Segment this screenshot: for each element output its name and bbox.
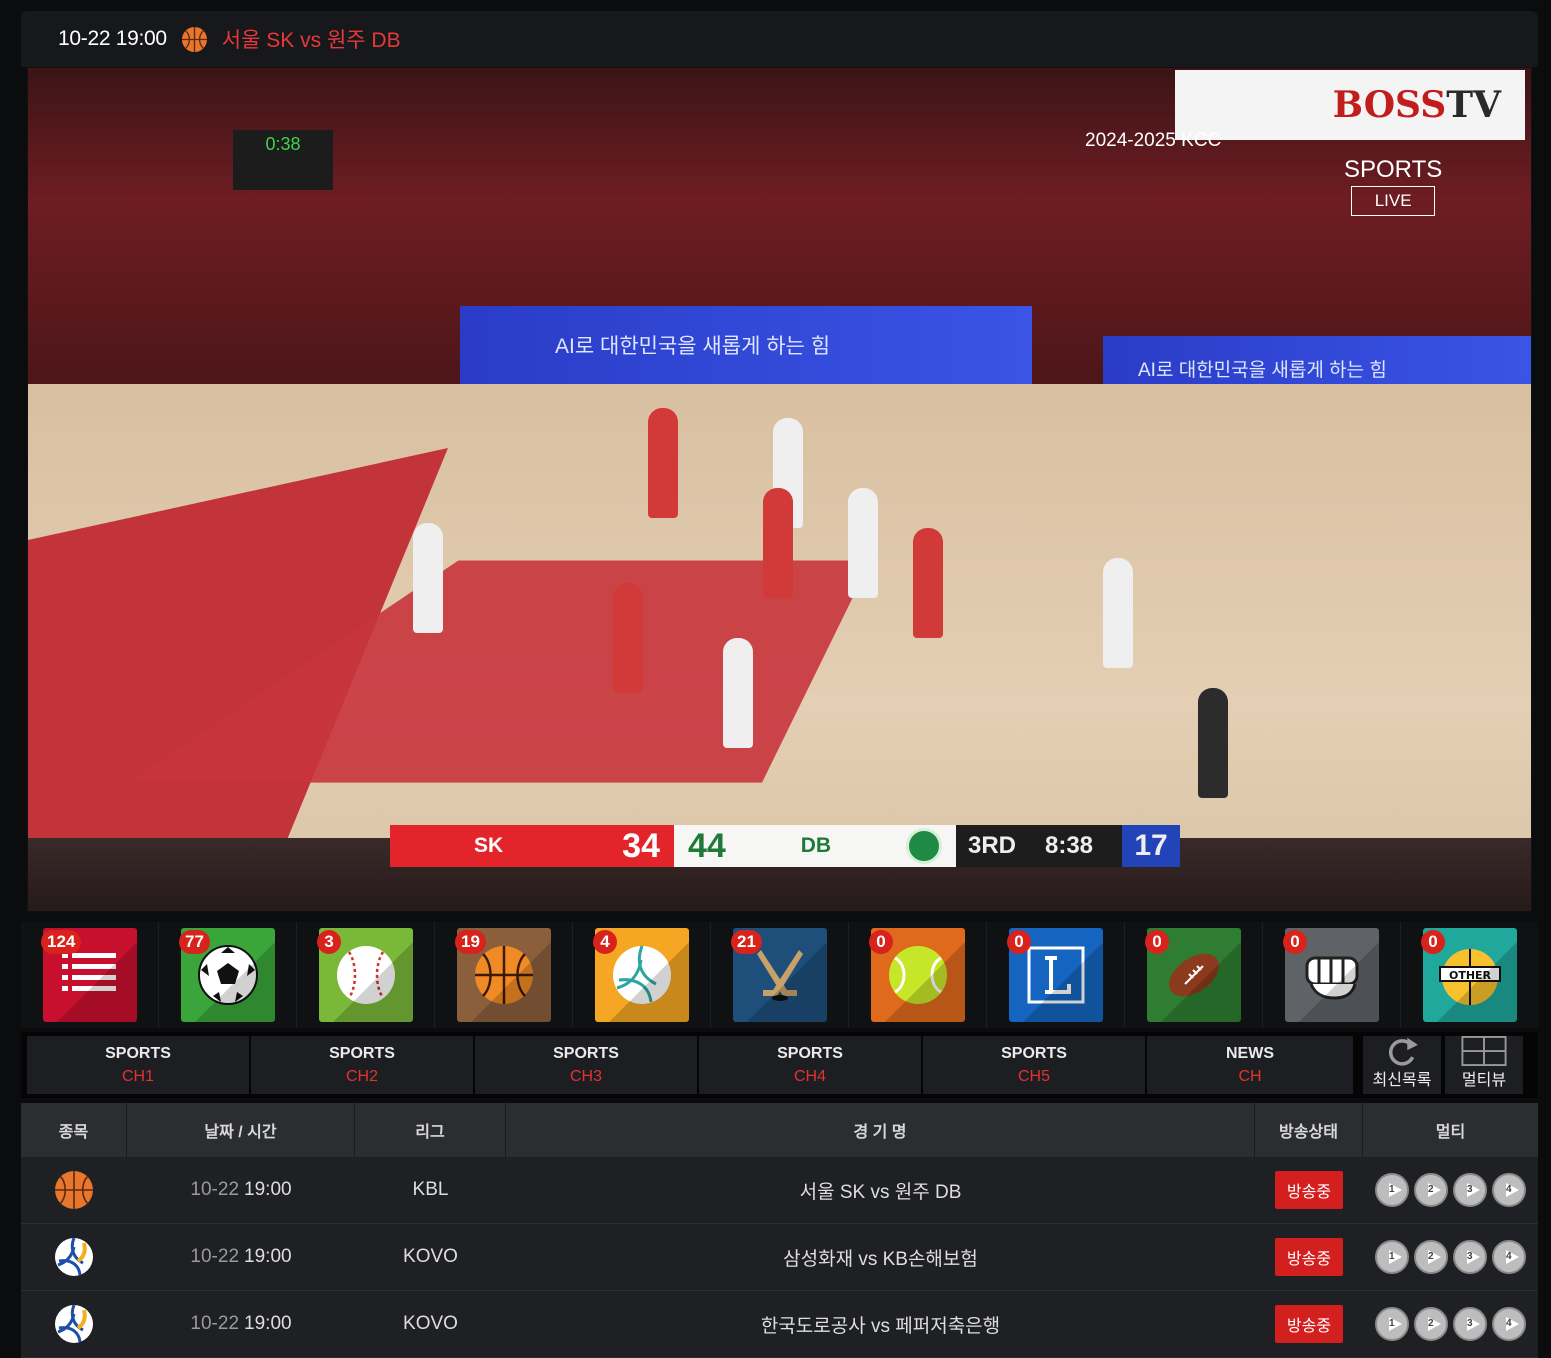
bosstv-watermark: BOSS TV	[1175, 70, 1525, 140]
player-figure	[613, 583, 643, 693]
count-badge: 4	[593, 930, 617, 954]
channel-sports-ch4[interactable]: SPORTS CH4	[699, 1036, 921, 1094]
multiview-grid-icon	[1461, 1036, 1507, 1066]
match-title: 서울 SK vs 원주 DB	[221, 29, 401, 52]
multi-play-button[interactable]: 2	[1414, 1240, 1448, 1274]
home-team-score: SK 34	[390, 825, 674, 867]
count-badge: 0	[1283, 930, 1307, 954]
score-bug: SK 34 44 DB 3RD 8:38 17	[390, 825, 1180, 867]
basketball-icon	[181, 26, 207, 52]
status-badge[interactable]: 방송중	[1274, 1171, 1344, 1209]
match-header: 10-22 19:00 서울 SK vs 원주 DB	[21, 11, 1538, 67]
multi-play-button[interactable]: 2	[1414, 1307, 1448, 1341]
category-volleyball[interactable]: 4	[573, 922, 711, 1028]
player-figure	[648, 408, 678, 518]
volleyball-icon	[55, 1237, 93, 1276]
category-all[interactable]: 124	[21, 922, 159, 1028]
count-badge: 19	[455, 930, 486, 954]
db-team-logo-icon	[905, 828, 942, 864]
multi-play-button[interactable]: 3	[1453, 1307, 1487, 1341]
table-header: 종목 날짜 / 시간 리그 경 기 명 방송상태 멀티	[21, 1103, 1538, 1157]
video-player[interactable]: 0:38 AI로 대한민국을 새롭게 하는 힘 AI로 대한민국을 새롭게 하는…	[27, 67, 1532, 912]
multiview-button[interactable]: 멀티뷰	[1445, 1036, 1523, 1094]
multi-play-button[interactable]: 1	[1375, 1307, 1409, 1341]
channel-sports-ch5[interactable]: SPORTS CH5	[923, 1036, 1145, 1094]
multi-play-button[interactable]: 4	[1492, 1173, 1526, 1207]
category-basketball[interactable]: 19	[435, 922, 573, 1028]
svg-text:OTHER: OTHER	[1448, 969, 1491, 982]
count-badge: 21	[731, 930, 762, 954]
game-clock: 3RD 8:38 17	[956, 825, 1180, 867]
category-other[interactable]: 0 OTHER	[1401, 922, 1538, 1028]
arena-banner: AI로 대한민국을 새롭게 하는 힘	[460, 306, 1032, 384]
player-figure	[723, 638, 753, 748]
referee-figure	[1198, 688, 1228, 798]
category-hockey[interactable]: 21	[711, 922, 849, 1028]
count-badge: 0	[1007, 930, 1031, 954]
refresh-icon	[1388, 1037, 1418, 1066]
multi-play-button[interactable]: 3	[1453, 1173, 1487, 1207]
schedule-table: 종목 날짜 / 시간 리그 경 기 명 방송상태 멀티 10-22 19:00 K…	[21, 1103, 1538, 1358]
multi-play-button[interactable]: 3	[1453, 1240, 1487, 1274]
player-figure	[913, 528, 943, 638]
channel-news[interactable]: NEWS CH	[1147, 1036, 1353, 1094]
sports-live-overlay: SPORTS LIVE	[1344, 156, 1442, 216]
channel-bar: SPORTS CH1 SPORTS CH2 SPORTS CH3 SPORTS CH4 …	[21, 1032, 1538, 1098]
count-badge: 77	[179, 930, 210, 954]
volleyball-icon	[55, 1304, 93, 1343]
away-team-score: 44 DB	[674, 825, 956, 867]
match-time: 10-22 19:00	[58, 27, 167, 50]
table-row[interactable]: 10-22 19:00 KOVO 한국도로공사 vs 페퍼저축은행 방송중 1 2…	[21, 1291, 1538, 1358]
multi-play-button[interactable]: 4	[1492, 1307, 1526, 1341]
count-badge: 0	[1421, 930, 1445, 954]
category-american-football[interactable]: 0	[1125, 922, 1263, 1028]
player-figure	[848, 488, 878, 598]
count-badge: 0	[1145, 930, 1169, 954]
category-soccer[interactable]: 77	[159, 922, 297, 1028]
channel-sports-ch1[interactable]: SPORTS CH1	[27, 1036, 249, 1094]
player-figure	[1103, 558, 1133, 668]
refresh-list-button[interactable]: 최신목록	[1363, 1036, 1441, 1094]
sport-category-bar: 124 77 3 19 4 21 0 0 0 0 0 OTHER	[21, 922, 1538, 1028]
player-panel: 10-22 19:00 서울 SK vs 원주 DB 0:38 AI로 대한민국…	[21, 11, 1538, 912]
basketball-icon	[55, 1171, 93, 1209]
category-tennis[interactable]: 0	[849, 922, 987, 1028]
multi-play-button[interactable]: 4	[1492, 1240, 1526, 1274]
match-name[interactable]: 서울 SK vs 원주 DB	[506, 1157, 1255, 1223]
arena-shot-clock: 0:38	[233, 130, 333, 190]
count-badge: 3	[317, 930, 341, 954]
match-name[interactable]: 한국도로공사 vs 페퍼저축은행	[506, 1291, 1255, 1357]
count-badge: 124	[41, 930, 82, 954]
multi-play-button[interactable]: 1	[1375, 1240, 1409, 1274]
match-name[interactable]: 삼성화재 vs KB손해보험	[506, 1224, 1255, 1290]
player-figure	[413, 523, 443, 633]
season-overlay: 2024-2025 KCC	[1085, 130, 1222, 151]
channel-sports-ch2[interactable]: SPORTS CH2	[251, 1036, 473, 1094]
status-badge[interactable]: 방송중	[1274, 1305, 1344, 1343]
table-row[interactable]: 10-22 19:00 KOVO 삼성화재 vs KB손해보험 방송중 1 2 3…	[21, 1224, 1538, 1291]
table-row[interactable]: 10-22 19:00 KBL 서울 SK vs 원주 DB 방송중 1 2 3 …	[21, 1157, 1538, 1224]
channel-sports-ch3[interactable]: SPORTS CH3	[475, 1036, 697, 1094]
category-fighting[interactable]: 0	[1263, 922, 1401, 1028]
category-league[interactable]: 0	[987, 922, 1125, 1028]
status-badge[interactable]: 방송중	[1274, 1238, 1344, 1276]
player-figure	[763, 488, 793, 598]
multi-play-button[interactable]: 1	[1375, 1173, 1409, 1207]
category-baseball[interactable]: 3	[297, 922, 435, 1028]
multi-play-button[interactable]: 2	[1414, 1173, 1448, 1207]
count-badge: 0	[869, 930, 893, 954]
